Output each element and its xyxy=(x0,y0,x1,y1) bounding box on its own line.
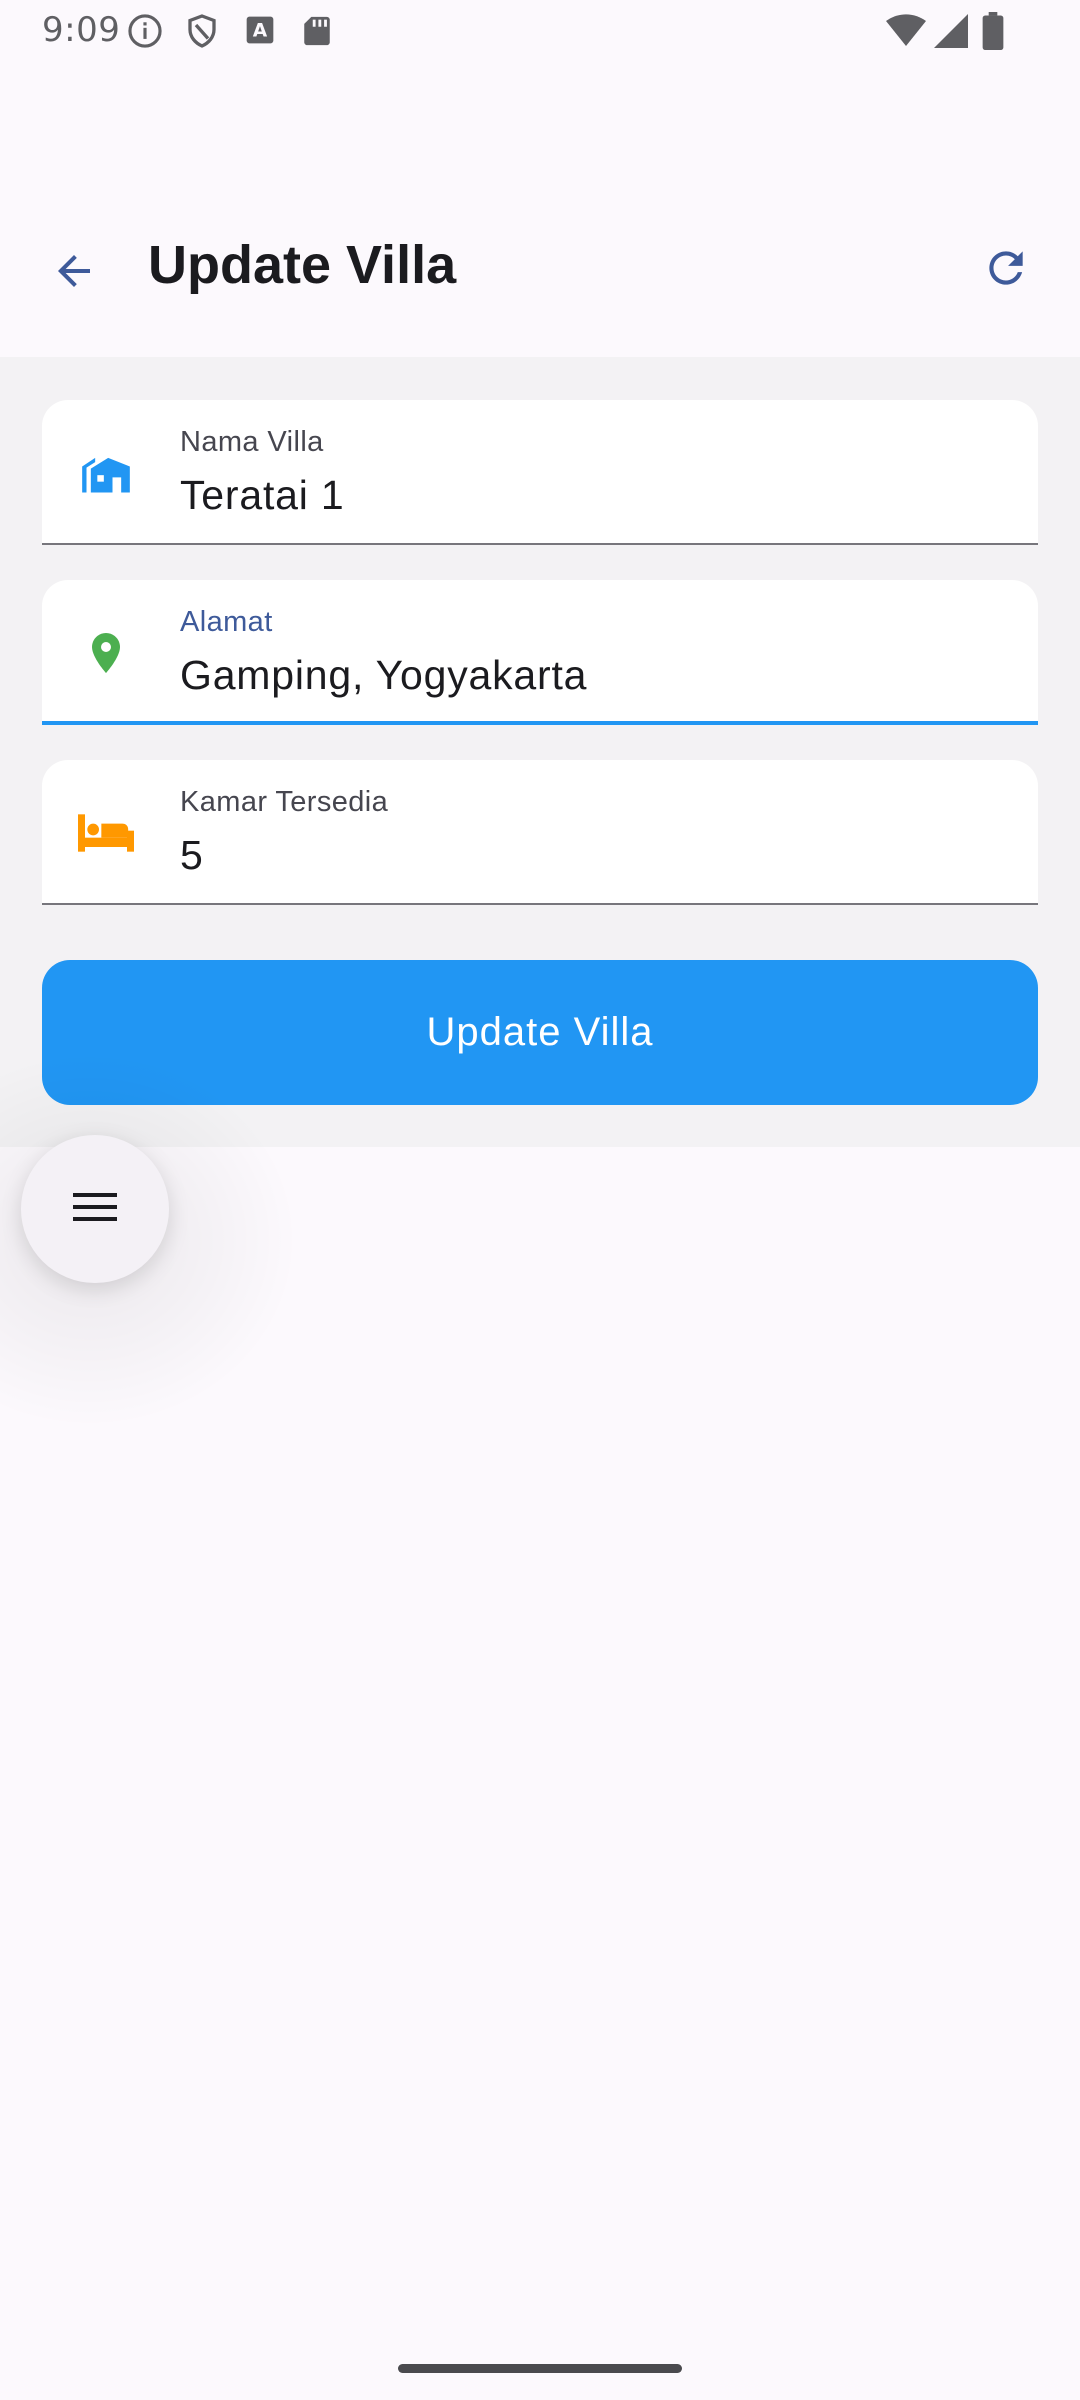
bed-icon xyxy=(78,805,134,861)
refresh-icon xyxy=(981,243,1031,298)
home-indicator[interactable] xyxy=(398,2364,682,2373)
arrow-back-icon xyxy=(50,247,98,300)
villa-icon xyxy=(78,445,134,501)
alamat-input[interactable] xyxy=(180,652,1000,699)
battery-icon xyxy=(982,12,1004,55)
nama-villa-field[interactable]: Nama Villa xyxy=(42,400,1038,545)
alamat-field[interactable]: Alamat xyxy=(42,580,1038,725)
info-icon xyxy=(126,12,164,55)
sd-card-icon xyxy=(300,13,334,54)
menu-button[interactable] xyxy=(21,1135,169,1283)
status-time: 9:09 xyxy=(42,10,121,50)
page-title: Update Villa xyxy=(148,235,457,295)
text-a-icon: A xyxy=(244,14,276,51)
screen: 9:09 A Update Villa Nama Villa Teratai 1… xyxy=(0,0,1080,2400)
form-container: Nama Villa Alamat xyxy=(0,357,1080,1147)
back-button[interactable] xyxy=(38,237,110,309)
wifi-icon xyxy=(886,14,926,53)
app-bar xyxy=(0,62,1080,357)
status-bar: 9:09 A xyxy=(0,0,1080,62)
kamar-tersedia-field[interactable]: Kamar Tersedia xyxy=(42,760,1038,905)
nama-villa-label: Nama Villa xyxy=(180,426,324,458)
kamar-tersedia-input[interactable] xyxy=(180,832,1000,879)
menu-icon xyxy=(71,1187,119,1232)
refresh-button[interactable] xyxy=(970,234,1042,306)
nama-villa-input[interactable] xyxy=(180,472,1000,519)
signal-icon xyxy=(934,14,968,53)
shield-icon xyxy=(184,12,220,55)
svg-text:A: A xyxy=(253,21,268,42)
kamar-tersedia-label: Kamar Tersedia xyxy=(180,786,389,818)
alamat-label: Alamat xyxy=(180,606,273,638)
location-pin-icon xyxy=(78,625,134,681)
